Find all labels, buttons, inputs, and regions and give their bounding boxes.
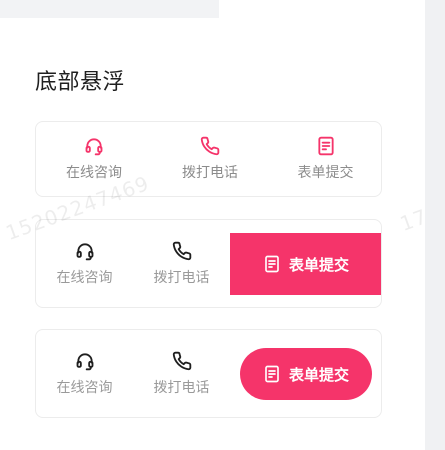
phone-icon: [200, 136, 220, 156]
form-icon: [317, 136, 334, 156]
bottom-bar-style-3: 在线咨询 拨打电话 表单提交: [35, 329, 382, 418]
headset-icon: [76, 242, 93, 260]
online-consult-button[interactable]: 在线咨询: [36, 330, 133, 417]
form-submit-label: 表单提交: [297, 165, 354, 181]
bottom-bar-style-2: 在线咨询 拨打电话 表单提交: [35, 219, 382, 308]
call-phone-label: 拨打电话: [153, 269, 210, 286]
section-title: 底部悬浮: [35, 70, 126, 95]
online-consult-button[interactable]: 在线咨询: [36, 220, 133, 307]
side-panel: [425, 0, 445, 450]
top-strip: [0, 0, 219, 18]
form-submit-button[interactable]: 表单提交: [268, 122, 383, 196]
bottom-bar-style-1: 在线咨询 拨打电话 表单提交: [35, 121, 382, 197]
online-consult-label: 在线咨询: [56, 269, 113, 286]
online-consult-button[interactable]: 在线咨询: [36, 122, 152, 196]
call-phone-label: 拨打电话: [153, 379, 210, 396]
headset-icon: [76, 352, 93, 370]
phone-icon: [172, 351, 191, 370]
form-icon: [265, 255, 279, 273]
call-phone-button[interactable]: 拨打电话: [133, 330, 230, 417]
headset-icon: [85, 138, 103, 156]
call-phone-label: 拨打电话: [182, 165, 238, 181]
call-phone-button[interactable]: 拨打电话: [133, 220, 230, 307]
form-submit-button[interactable]: 表单提交: [240, 348, 372, 400]
phone-icon: [172, 241, 191, 260]
call-phone-button[interactable]: 拨打电话: [152, 122, 268, 196]
online-consult-label: 在线咨询: [66, 165, 122, 181]
form-submit-label: 表单提交: [288, 255, 349, 274]
online-consult-label: 在线咨询: [56, 379, 113, 396]
form-submit-button[interactable]: 表单提交: [230, 233, 381, 295]
form-submit-label: 表单提交: [288, 365, 349, 384]
form-icon: [265, 365, 279, 383]
